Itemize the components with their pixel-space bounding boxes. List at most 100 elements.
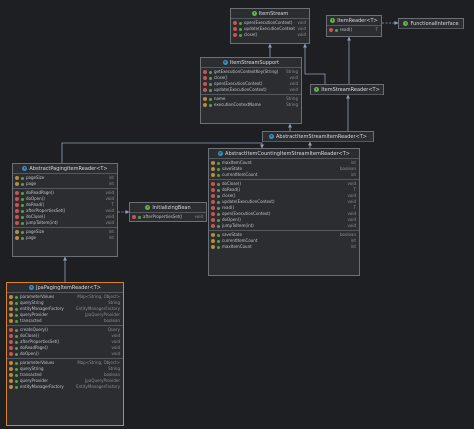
class-title: I InitializingBean (130, 203, 206, 213)
class-icon: C (22, 166, 28, 171)
member-section: parameterValues Map<String, Object> queryS… (7, 359, 123, 391)
visibility-icon (15, 301, 18, 305)
field-icon (15, 230, 19, 234)
field-row[interactable]: transacted boolean (7, 318, 123, 324)
abstract-item-stream-item-reader-box[interactable]: C AbstractItemStreamItemReader<T> (262, 131, 374, 142)
class-title: C AbstractPagingItemReader<T> (13, 164, 117, 174)
member-type: boolean (104, 318, 120, 323)
class-title-text: FunctionalInterface (410, 20, 459, 27)
class-title: I ItemReader<T> (327, 16, 381, 26)
member-name: page (26, 181, 36, 186)
member-section: open(ExecutionContext) void update(Executi… (231, 19, 309, 39)
field-icon (211, 239, 215, 243)
field-row[interactable]: currentItemCount int (209, 172, 359, 178)
item-reader-box[interactable]: I ItemReader<T> read() T (326, 15, 382, 37)
visibility-icon (209, 88, 212, 92)
member-name: jumpToItem(int) (222, 223, 254, 228)
method-icon (211, 182, 215, 186)
visibility-icon (209, 76, 212, 80)
class-title: I FunctionalInterface (399, 19, 463, 29)
visibility-icon (15, 385, 18, 389)
method-row[interactable]: jumpToItem(int) void (13, 220, 117, 226)
method-icon (132, 215, 136, 219)
field-icon (211, 161, 215, 165)
member-name: maxItemCount (222, 244, 252, 249)
method-icon (9, 346, 13, 350)
visibility-icon (21, 203, 24, 207)
method-icon (211, 224, 215, 228)
method-icon (15, 209, 19, 213)
method-icon (211, 218, 215, 222)
member-name: entityManagerFactory (20, 384, 64, 389)
member-type: void (194, 214, 203, 219)
class-title: C ItemStreamSupport (201, 58, 301, 68)
class-icon: C (218, 151, 224, 156)
visibility-icon (209, 82, 212, 86)
visibility-icon (138, 215, 141, 219)
item-stream-support-box[interactable]: C ItemStreamSupport getExecutionContextKey… (200, 57, 302, 124)
member-section: afterPropertiesSet() void (130, 213, 206, 221)
member-section: createQuery() Query doClose() void afterProp… (7, 326, 123, 359)
field-icon (9, 367, 13, 371)
method-icon (15, 203, 19, 207)
class-title: C AbstractItemStreamItemReader<T> (263, 132, 373, 142)
initializing-bean-box[interactable]: I InitializingBean afterPropertiesSet() voi… (129, 202, 207, 222)
field-row[interactable]: maxItemCount int (209, 244, 359, 250)
visibility-icon (15, 379, 18, 383)
abstract-paging-item-reader-box[interactable]: C AbstractPagingItemReader<T> pageSize int p… (12, 163, 118, 257)
field-icon (211, 173, 215, 177)
field-row[interactable]: page int (13, 235, 117, 241)
functional-interface-box[interactable]: I FunctionalInterface (398, 18, 464, 29)
member-section: doClose() void doRead() Tclose() void update(… (209, 180, 359, 231)
member-name: doOpen() (20, 351, 39, 356)
method-row[interactable]: afterPropertiesSet() void (130, 214, 206, 220)
visibility-icon (15, 307, 18, 311)
abstract-item-counting-item-stream-item-reader-box[interactable]: C AbstractItemCountingItemStreamItemReade… (208, 148, 360, 276)
member-type: EntityManagerFactory (76, 384, 120, 389)
member-type: void (105, 220, 114, 225)
member-type: int (350, 172, 356, 177)
method-icon (233, 33, 237, 37)
method-row[interactable]: doOpen() void (7, 351, 123, 357)
visibility-icon (217, 206, 220, 210)
visibility-icon (21, 197, 24, 201)
visibility-icon (209, 70, 212, 74)
visibility-icon (217, 224, 220, 228)
method-row[interactable]: close() void (231, 32, 309, 38)
visibility-icon (21, 221, 24, 225)
member-type: int (108, 181, 114, 186)
member-name: update(ExecutionContext) (214, 87, 267, 92)
class-title-text: AbstractPagingItemReader<T> (29, 165, 108, 172)
method-icon (15, 197, 19, 201)
class-title-text: InitializingBean (152, 204, 191, 211)
field-row[interactable]: page int (13, 181, 117, 187)
class-icon: C (29, 285, 34, 290)
member-name: jumpToItem(int) (26, 220, 58, 225)
visibility-icon (21, 176, 24, 180)
field-icon (9, 295, 13, 299)
class-icon: C (269, 134, 274, 139)
class-title-text: JpaPagingItemReader<T> (36, 284, 101, 291)
item-stream-box[interactable]: I ItemStream open(ExecutionContext) void upd… (230, 8, 310, 44)
item-stream-reader-box[interactable]: I ItemStreamReader<T> (310, 84, 384, 95)
method-icon (203, 70, 207, 74)
method-row[interactable]: read() T (327, 27, 381, 33)
visibility-icon (217, 200, 220, 204)
field-icon (9, 361, 13, 365)
method-row[interactable]: jumpToItem(int) void (209, 223, 359, 229)
class-icon: C (222, 60, 228, 65)
method-row[interactable]: update(ExecutionContext) void (201, 87, 301, 93)
jpa-paging-item-reader-box[interactable]: C JpaPagingItemReader<T> parameterValues Ma… (6, 282, 124, 426)
visibility-icon (209, 97, 212, 101)
field-row[interactable]: entityManagerFactory EntityManagerFactory (7, 384, 123, 390)
method-icon (211, 188, 215, 192)
interface-icon: I (314, 87, 320, 92)
visibility-icon (15, 313, 18, 317)
visibility-icon (21, 236, 24, 240)
member-type: String (286, 102, 298, 107)
member-section: read() T (327, 26, 381, 34)
method-icon (9, 352, 13, 356)
field-row[interactable]: executionContextName String (201, 102, 301, 108)
visibility-icon (21, 182, 24, 186)
class-title-text: AbstractItemCountingItemStreamItemReader… (225, 150, 350, 157)
